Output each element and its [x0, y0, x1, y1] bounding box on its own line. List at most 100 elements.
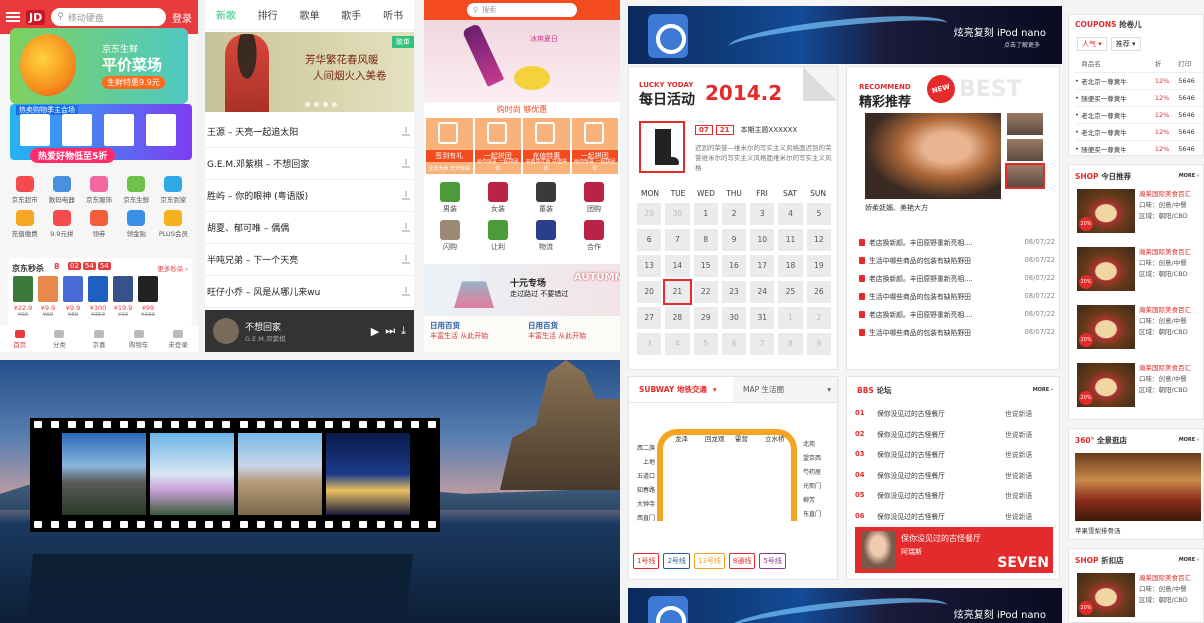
calendar-day[interactable]: 7 — [665, 229, 690, 251]
news-row[interactable]: 生活中哪些商品的包装有缺陷野田 08/07/22 — [859, 287, 1055, 305]
line-button[interactable]: 13号线 — [693, 553, 725, 569]
calendar-day[interactable]: 8 — [693, 229, 718, 251]
restaurant-name[interactable]: 瀚莱国际美食百汇 — [1139, 305, 1191, 316]
station-label[interactable]: 芍药居 — [803, 467, 821, 476]
calendar-day[interactable]: 22 — [693, 281, 718, 303]
station-label[interactable]: 上地 — [633, 457, 655, 466]
line-button[interactable]: 5号线 — [759, 553, 786, 569]
song-row[interactable]: 胜屿 – 你的眼神 (粤语版) — [205, 180, 414, 212]
calendar-day[interactable]: 14 — [665, 255, 690, 277]
song-row[interactable]: 半吨兄弟 – 下一个天亮 — [205, 244, 414, 276]
station-label[interactable]: 霍营 — [735, 433, 748, 443]
calendar-day[interactable]: 28 — [665, 307, 690, 329]
shop-icon-item[interactable]: 男装 — [426, 182, 474, 214]
bbs-row[interactable]: 05 保你没见过的古怪餐厅 世说新语 — [855, 485, 1055, 506]
pano-more-link[interactable]: MORE › — [1179, 437, 1199, 443]
food-image[interactable]: 20% — [1077, 247, 1135, 291]
bbs-row[interactable]: 01 保你没见过的古怪餐厅 世说新语 — [855, 403, 1055, 424]
station-label[interactable]: 东直门 — [803, 509, 821, 518]
discount-more-link[interactable]: MORE › — [1179, 557, 1199, 563]
category-item[interactable]: 充值缴费 — [6, 210, 43, 238]
station-label[interactable]: 西二旗 — [633, 443, 655, 452]
login-button[interactable]: 登录 — [172, 10, 192, 25]
seckill-item[interactable]: ¥300 ¥359 — [87, 276, 109, 318]
news-row[interactable]: 老店换新颜。丰田原野重新亮相.... 08/07/22 — [859, 233, 1055, 251]
bbs-row[interactable]: 06 保你没见过的古怪餐厅 世说新语 — [855, 506, 1055, 527]
calendar-day[interactable]: 10 — [750, 229, 775, 251]
restaurant-name[interactable]: 瀚莱国际美食百汇 — [1139, 363, 1191, 374]
calendar-day[interactable]: 8 — [778, 333, 803, 355]
news-row[interactable]: 生活中哪些商品的包装有缺陷野田 08/07/22 — [859, 323, 1055, 341]
drink-banner[interactable]: 冰爽夏日 — [424, 20, 620, 102]
bbs-row[interactable]: 03 保你没见过的古怪餐厅 世说新语 — [855, 444, 1055, 465]
music-tab[interactable]: 歌手 — [330, 7, 372, 22]
shop-icon-item[interactable]: 女装 — [474, 182, 522, 214]
download-icon[interactable] — [402, 223, 410, 232]
seckill-item[interactable]: ¥22.9 ¥99 — [12, 276, 34, 318]
shop-icon-item[interactable]: 物流 — [522, 220, 570, 252]
thumbnail[interactable] — [1007, 113, 1043, 135]
category-item[interactable]: 京东超市 — [6, 176, 43, 204]
calendar-day[interactable]: 13 — [637, 255, 662, 277]
calendar-day[interactable]: 21 — [663, 279, 692, 305]
restaurant-panorama[interactable] — [1075, 453, 1201, 521]
station-label[interactable]: 柳芳 — [803, 495, 815, 504]
category-item[interactable]: 京东服饰 — [80, 176, 117, 204]
promo-category[interactable]: 充值特惠 充值享优惠 充值得 优 — [523, 118, 570, 174]
calendar-day[interactable]: 6 — [637, 229, 662, 251]
menu-icon[interactable] — [6, 12, 20, 22]
news-row[interactable]: 生活中哪些商品的包装有缺陷野田 08/07/22 — [859, 251, 1055, 269]
ipod-banner-top[interactable]: 炫亮复刻 iPod nano 点击了解更多 — [628, 6, 1062, 64]
tab-item[interactable]: 京喜 — [79, 326, 119, 352]
category-item[interactable]: 9.9元拼 — [43, 210, 80, 238]
line-button[interactable]: 8通线 — [728, 553, 756, 569]
category-item[interactable]: 京东生鲜 — [118, 176, 155, 204]
music-tab[interactable]: 听书 — [372, 7, 414, 22]
download-icon[interactable]: ⤓ — [401, 324, 406, 338]
station-label[interactable]: 五道口 — [633, 471, 655, 480]
station-label[interactable]: 北苑 — [803, 439, 815, 448]
download-icon[interactable] — [402, 159, 410, 168]
calendar-day[interactable]: 24 — [750, 281, 775, 303]
thumbnail-selected[interactable] — [1005, 163, 1045, 189]
bbs-row[interactable]: 04 保你没见过的古怪餐厅 世说新语 — [855, 465, 1055, 486]
shop-icon-item[interactable]: 合作 — [570, 220, 618, 252]
fresh-banner[interactable]: 京东生鲜 平价菜场 生鲜特惠9.9元 — [10, 28, 188, 104]
calendar-day[interactable]: 12 — [806, 229, 831, 251]
calendar-day[interactable]: 5 — [806, 203, 831, 225]
calendar-day[interactable]: 6 — [721, 333, 747, 355]
food-image[interactable]: 20% — [1077, 305, 1135, 349]
calendar-day[interactable]: 4 — [665, 333, 690, 355]
promo-category[interactable]: 签到有礼 全年无休 天天惊喜 — [426, 118, 473, 174]
calendar-day[interactable]: 25 — [778, 281, 803, 303]
calendar-day[interactable]: 9 — [721, 229, 747, 251]
calendar-day[interactable]: 11 — [778, 229, 803, 251]
calendar-day[interactable]: 2 — [806, 307, 831, 329]
food-image[interactable]: 20% — [1077, 363, 1135, 407]
song-row[interactable]: 王源 – 天亮一起追太阳 — [205, 116, 414, 148]
calendar-day[interactable]: 26 — [806, 281, 831, 303]
calendar-day[interactable]: 4 — [778, 203, 803, 225]
calendar-day[interactable]: 3 — [637, 333, 662, 355]
bbs-more-link[interactable]: MORE › — [1033, 387, 1053, 393]
calendar-day[interactable]: 29 — [693, 307, 718, 329]
jd-search-input[interactable]: ⚲ 移动硬盘 — [51, 8, 166, 26]
coupon-row[interactable]: • 老北京一尊黄牛 12% 5646 — [1075, 123, 1204, 141]
seckill-more-link[interactable]: 更多秒杀 › — [157, 263, 188, 273]
calendar-day[interactable]: 5 — [693, 333, 718, 355]
shop-search-input[interactable]: ⚲ 搜索 — [467, 3, 577, 17]
calendar-day[interactable]: 9 — [806, 333, 831, 355]
carousel-dots[interactable] — [305, 102, 337, 107]
city-photo[interactable] — [62, 433, 146, 515]
category-item[interactable]: PLUS会员 — [155, 210, 192, 238]
calendar-day[interactable]: 16 — [721, 255, 747, 277]
calendar-day[interactable]: 31 — [750, 307, 775, 329]
thumbnail[interactable] — [1007, 139, 1043, 161]
coupon-row[interactable]: • 随便买一尊黄牛 12% 5646 — [1075, 140, 1204, 158]
shop-icon-item[interactable]: 童装 — [522, 182, 570, 214]
calendar-day[interactable]: 15 — [693, 255, 718, 277]
song-row[interactable]: G.E.M.邓紫棋 – 不想回家 — [205, 148, 414, 180]
restaurant-name[interactable]: 瀚莱国际美食百汇 — [1139, 189, 1191, 200]
station-label[interactable]: 回龙观 — [705, 433, 725, 443]
download-icon[interactable] — [402, 287, 410, 296]
